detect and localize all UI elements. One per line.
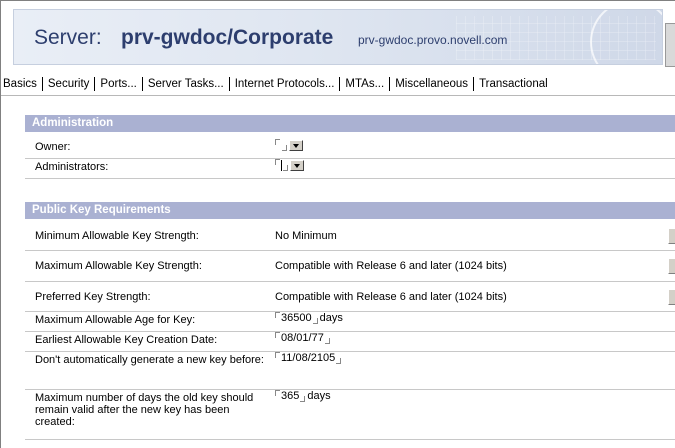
no-autogen-label: Don't automatically generate a new key b…	[35, 354, 264, 366]
field-corner-icon	[336, 358, 342, 364]
no-autogen-row: Don't automatically generate a new key b…	[25, 352, 675, 390]
no-autogen-value: 11/08/2105	[281, 352, 336, 364]
administrators-dropdown-button[interactable]	[290, 160, 304, 171]
field-corner-icon	[300, 396, 306, 402]
max-key-strength-select[interactable]: Compatible with Release 6 and later (102…	[275, 260, 507, 272]
text-cursor	[281, 160, 282, 171]
owner-dropdown-button[interactable]	[289, 140, 303, 151]
field-corner-icon	[275, 390, 280, 396]
header-banner: Server: prv-gwdoc/Corporate prv-gwdoc.pr…	[13, 9, 663, 65]
administrators-row: Administrators:	[25, 159, 675, 179]
max-key-age-value: 36500	[281, 312, 312, 324]
field-corner-icon	[312, 318, 318, 324]
tab-transactional[interactable]: Transactional	[474, 77, 553, 91]
max-key-strength-label: Maximum Allowable Key Strength:	[35, 260, 202, 272]
field-corner-icon	[283, 165, 288, 171]
field-corner-icon	[282, 145, 287, 151]
title-prefix: Server:	[34, 26, 102, 49]
earliest-key-date-value: 08/01/77	[281, 332, 324, 344]
max-key-age-row: Maximum Allowable Age for Key: 36500 days	[25, 312, 675, 332]
preferred-key-strength-select[interactable]: Compatible with Release 6 and later (102…	[275, 291, 507, 303]
tab-mtas[interactable]: MTAs...	[340, 77, 391, 91]
earliest-key-date-row: Earliest Allowable Key Creation Date: 08…	[25, 332, 675, 352]
tab-miscellaneous[interactable]: Miscellaneous	[390, 77, 475, 91]
old-key-validity-row: Maximum number of days the old key shoul…	[25, 390, 675, 440]
max-key-strength-dropdown-button[interactable]	[668, 258, 675, 274]
max-key-age-label: Maximum Allowable Age for Key:	[35, 314, 196, 326]
max-key-strength-row: Maximum Allowable Key Strength: Compatib…	[25, 251, 675, 282]
owner-field[interactable]	[275, 139, 303, 151]
field-corner-icon	[275, 159, 280, 165]
field-corner-icon	[275, 332, 280, 338]
field-corner-icon	[275, 312, 280, 318]
min-key-strength-select[interactable]: No Minimum	[275, 230, 337, 242]
old-key-validity-value: 365	[281, 390, 300, 402]
owner-row: Owner:	[25, 139, 675, 159]
server-host: prv-gwdoc.provo.novell.com	[358, 33, 508, 47]
administration-heading: Administration	[25, 115, 675, 132]
earliest-key-date-label: Earliest Allowable Key Creation Date:	[35, 334, 218, 346]
public-key-heading: Public Key Requirements	[25, 202, 675, 219]
old-key-validity-unit: days	[307, 390, 331, 402]
old-key-validity-field[interactable]: 365 days	[275, 390, 331, 402]
vertical-scrollbar[interactable]	[665, 23, 675, 67]
administrators-label: Administrators:	[35, 161, 109, 173]
server-name-title: prv-gwdoc/Corporate	[121, 26, 334, 49]
min-key-strength-row: Minimum Allowable Key Strength: No Minim…	[25, 221, 675, 251]
min-key-strength-label: Minimum Allowable Key Strength:	[35, 229, 199, 242]
tab-server-tasks[interactable]: Server Tasks...	[143, 77, 230, 91]
earliest-key-date-field[interactable]: 08/01/77	[275, 332, 332, 344]
preferred-key-strength-row: Preferred Key Strength: Compatible with …	[25, 282, 675, 312]
preferred-key-strength-dropdown-button[interactable]	[668, 288, 675, 305]
preferred-key-strength-label: Preferred Key Strength:	[35, 290, 151, 303]
min-key-strength-dropdown-button[interactable]	[668, 227, 675, 244]
owner-label: Owner:	[35, 141, 71, 153]
field-corner-icon	[324, 338, 330, 344]
max-key-age-field[interactable]: 36500 days	[275, 312, 343, 324]
administrators-field[interactable]	[275, 159, 304, 171]
tab-security[interactable]: Security	[43, 77, 96, 91]
field-corner-icon	[275, 139, 280, 145]
server-document-window: Server: prv-gwdoc/Corporate prv-gwdoc.pr…	[0, 0, 675, 448]
tab-internet-protocols[interactable]: Internet Protocols...	[230, 77, 341, 91]
tab-bar: Basics Security Ports... Server Tasks...…	[1, 73, 675, 96]
max-key-age-unit: days	[319, 312, 343, 324]
tab-basics[interactable]: Basics	[1, 77, 43, 91]
old-key-validity-label: Maximum number of days the old key shoul…	[35, 392, 254, 428]
no-autogen-field[interactable]: 11/08/2105	[275, 352, 343, 364]
field-corner-icon	[275, 352, 280, 358]
tab-ports[interactable]: Ports...	[95, 77, 143, 91]
header-swirl-decoration	[590, 10, 662, 64]
